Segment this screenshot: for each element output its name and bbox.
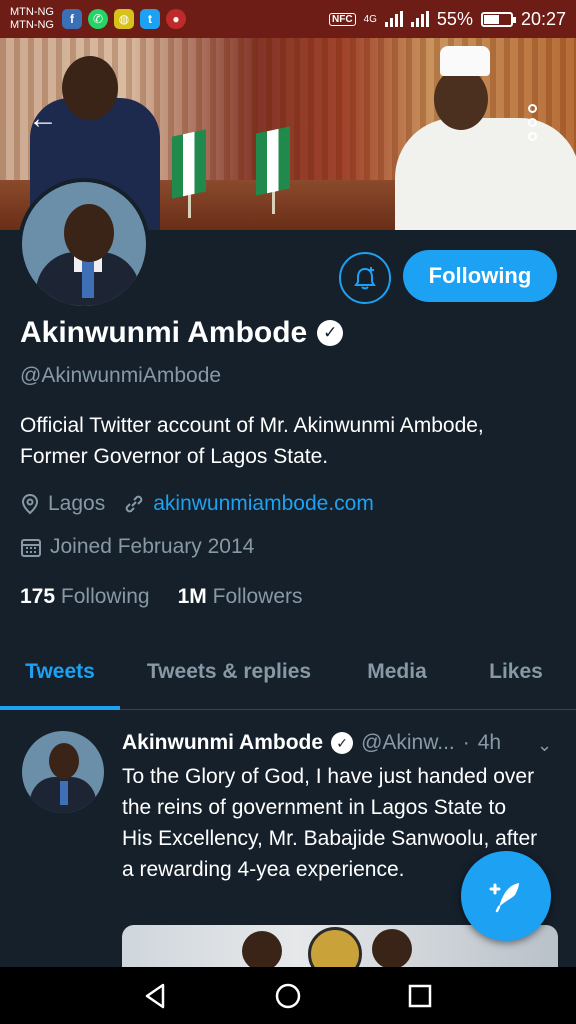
opera-notification-icon: ● [166, 9, 186, 29]
twitter-notification-icon: t [140, 9, 160, 29]
notifications-bell-button[interactable] [339, 252, 391, 304]
system-status: NFC 4G 55% 20:27 [329, 9, 566, 30]
follow-counts: 175 Following 1M Followers [20, 585, 303, 609]
profile-handle: @AkinwunmiAmbode [20, 364, 222, 387]
signal-icon-1 [384, 11, 403, 27]
network-type: 4G [363, 13, 377, 25]
tweet-author-avatar[interactable] [22, 731, 104, 813]
carrier-labels: MTN-NG MTN-NG [10, 6, 54, 32]
nav-back-icon[interactable] [141, 981, 171, 1011]
following-label: Following [60, 585, 150, 608]
compose-tweet-button[interactable] [461, 851, 551, 941]
followers-count-link[interactable]: 1M Followers [178, 585, 303, 609]
arrow-left-icon[interactable]: ← [28, 104, 58, 134]
whatsapp-notification-icon: ✆ [88, 9, 108, 29]
status-bar: MTN-NG MTN-NG f ✆ ◍ t ● NFC 4G 55% 20:27 [0, 0, 576, 38]
carrier-2: MTN-NG [10, 19, 54, 31]
compose-tweet-icon [489, 883, 519, 913]
signal-icon-2 [410, 11, 429, 27]
battery-percent: 55% [436, 8, 473, 29]
profile-website-link[interactable]: akinwunmiambode.com [153, 492, 374, 516]
verified-badge-icon: ✓ [331, 732, 354, 754]
followers-label: Followers [212, 585, 303, 608]
profile-location-row: Lagos akinwunmiambode.com [20, 492, 374, 516]
location-pin-icon [21, 493, 39, 515]
profile-name-row: Akinwunmi Ambode ✓ [20, 316, 344, 350]
profile-joined-date: Joined February 2014 [50, 535, 255, 558]
app-notification-icon: ◍ [114, 9, 134, 29]
notification-icons: f ✆ ◍ t ● [62, 9, 186, 29]
following-count: 175 [20, 585, 56, 608]
tweet-time: 4h [477, 731, 502, 754]
battery-icon [480, 11, 516, 27]
tab-tweets-and-replies[interactable]: Tweets & replies [120, 640, 338, 709]
tweet-author-handle: @Akinw... [361, 731, 455, 754]
tab-likes[interactable]: Likes [456, 640, 576, 709]
profile-joined-row: Joined February 2014 [20, 535, 254, 559]
tweet-separator: · [462, 731, 470, 754]
tab-media[interactable]: Media [338, 640, 456, 709]
profile-avatar[interactable] [18, 178, 150, 310]
tweet-author-name[interactable]: Akinwunmi Ambode [122, 731, 323, 755]
profile-tabs: Tweets Tweets & replies Media Likes [0, 640, 576, 710]
following-count-link[interactable]: 175 Following [20, 585, 150, 609]
carrier-1: MTN-NG [10, 6, 54, 18]
android-navigation-bar [0, 967, 576, 1024]
facebook-notification-icon: f [62, 9, 82, 29]
nav-home-icon[interactable] [273, 981, 303, 1011]
link-icon [125, 495, 143, 513]
bell-plus-icon [354, 267, 376, 290]
profile-location: Lagos [48, 492, 106, 515]
tab-tweets[interactable]: Tweets [0, 640, 120, 710]
tweet-header: Akinwunmi Ambode ✓ @Akinw... · 4h [122, 731, 501, 755]
chevron-down-icon[interactable]: ⌄ [537, 735, 552, 756]
following-button[interactable]: Following [403, 250, 557, 302]
profile-bio: Official Twitter account of Mr. Akinwunm… [20, 414, 484, 468]
more-vertical-icon[interactable] [528, 104, 537, 141]
nav-recents-icon[interactable] [405, 981, 435, 1011]
calendar-icon [21, 539, 41, 557]
nfc-icon: NFC [329, 12, 356, 26]
followers-count: 1M [177, 585, 207, 608]
verified-badge-icon: ✓ [317, 320, 344, 346]
clock: 20:27 [520, 8, 566, 29]
profile-name: Akinwunmi Ambode [20, 316, 308, 349]
